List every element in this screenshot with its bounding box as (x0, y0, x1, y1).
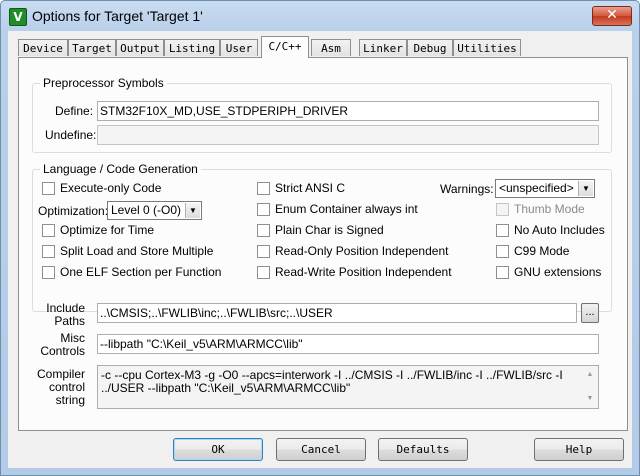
tab-target[interactable]: Target (68, 39, 116, 56)
chevron-down-icon: ▼ (578, 181, 593, 196)
tab-linker[interactable]: Linker (359, 39, 407, 56)
enum-container-label: Enum Container always int (275, 202, 418, 216)
help-button[interactable]: Help (534, 438, 624, 461)
tab-output[interactable]: Output (116, 39, 164, 56)
split-load-store-checkbox[interactable] (42, 245, 55, 258)
compiler-label-line3: string (55, 393, 85, 407)
close-button[interactable]: ✕ (592, 6, 632, 26)
window-title: Options for Target 'Target 1' (32, 8, 203, 24)
define-label: Define: (55, 104, 94, 118)
scroll-down-icon[interactable]: ▼ (583, 392, 597, 406)
optimize-for-time-checkbox[interactable] (42, 224, 55, 237)
warnings-label: Warnings: (440, 182, 494, 196)
optimization-select[interactable]: Level 0 (-O0) ▼ (107, 201, 202, 220)
plain-char-signed-checkbox[interactable] (257, 224, 270, 237)
include-paths-label: Include Paths (39, 302, 85, 328)
one-elf-section-label: One ELF Section per Function (60, 265, 222, 279)
read-write-pi-checkbox[interactable] (257, 266, 270, 279)
tab-c-cpp[interactable]: C/C++ (261, 36, 309, 58)
read-only-pi-label: Read-Only Position Independent (275, 244, 449, 258)
one-elf-section-checkbox[interactable] (42, 266, 55, 279)
thumb-mode-checkbox[interactable] (496, 203, 509, 216)
misc-controls-label: Misc Controls (33, 332, 85, 358)
strict-ansi-c-label: Strict ANSI C (275, 181, 346, 195)
read-only-pi-checkbox[interactable] (257, 245, 270, 258)
plain-char-signed-label: Plain Char is Signed (275, 223, 384, 237)
read-write-pi-label: Read-Write Position Independent (275, 265, 452, 279)
c99-mode-label: C99 Mode (514, 244, 570, 258)
scroll-up-icon[interactable]: ▲ (583, 368, 597, 382)
compiler-control-string-field[interactable]: -c --cpu Cortex-M3 -g -O0 --apcs=interwo… (97, 365, 599, 409)
gnu-extensions-checkbox[interactable] (496, 266, 509, 279)
optimization-label: Optimization: (38, 204, 109, 218)
misc-controls-field[interactable]: --libpath "C:\Keil_v5\ARM\ARMCC\lib" (97, 334, 599, 354)
execute-only-label: Execute-only Code (60, 181, 162, 195)
ok-button[interactable]: OK (173, 438, 263, 461)
keil-uvision-icon: V (9, 8, 27, 26)
tab-device[interactable]: Device (18, 39, 68, 56)
preprocessor-group-title: Preprocessor Symbols (40, 76, 167, 90)
tab-utilities[interactable]: Utilities (453, 39, 521, 56)
thumb-mode-label: Thumb Mode (514, 202, 585, 216)
define-field[interactable]: STM32F10X_MD,USE_STDPERIPH_DRIVER (97, 101, 599, 121)
execute-only-checkbox[interactable] (42, 182, 55, 195)
tab-asm[interactable]: Asm (311, 39, 351, 56)
no-auto-includes-label: No Auto Includes (514, 223, 605, 237)
misc-controls-label-line2: Controls (40, 344, 85, 358)
cancel-button[interactable]: Cancel (276, 438, 366, 461)
language-group-title: Language / Code Generation (40, 162, 201, 176)
tab-user[interactable]: User (220, 39, 258, 56)
tab-debug[interactable]: Debug (407, 39, 453, 56)
undefine-label: Undefine: (45, 128, 97, 142)
undefine-field[interactable] (97, 125, 599, 145)
no-auto-includes-checkbox[interactable] (496, 224, 509, 237)
include-paths-browse-button[interactable]: ... (581, 303, 599, 323)
warnings-select[interactable]: <unspecified> ▼ (495, 179, 595, 198)
gnu-extensions-label: GNU extensions (514, 265, 602, 279)
compiler-control-string-label: Compiler control string (33, 368, 85, 407)
compiler-control-string-text: -c --cpu Cortex-M3 -g -O0 --apcs=interwo… (101, 368, 563, 395)
tab-listing[interactable]: Listing (164, 39, 220, 56)
c-cpp-tab-panel: Preprocessor Symbols Define: STM32F10X_M… (18, 57, 628, 431)
optimization-value: Level 0 (-O0) (111, 203, 182, 217)
dialog-client-area: Device Target Output Listing User C/C++ … (8, 31, 632, 468)
split-load-store-label: Split Load and Store Multiple (60, 244, 214, 258)
chevron-down-icon: ▼ (185, 203, 200, 218)
c99-mode-checkbox[interactable] (496, 245, 509, 258)
defaults-button[interactable]: Defaults (378, 438, 468, 461)
include-paths-field[interactable]: ..\CMSIS;..\FWLIB\inc;..\FWLIB\src;..\US… (97, 303, 577, 323)
close-icon: ✕ (606, 7, 618, 23)
include-paths-label-line2: Paths (54, 314, 85, 328)
options-dialog-window: V Options for Target 'Target 1' ✕ Device… (0, 0, 640, 476)
title-bar[interactable]: V Options for Target 'Target 1' ✕ (1, 1, 639, 31)
optimize-for-time-label: Optimize for Time (60, 223, 155, 237)
enum-container-checkbox[interactable] (257, 203, 270, 216)
strict-ansi-c-checkbox[interactable] (257, 182, 270, 195)
warnings-value: <unspecified> (499, 181, 574, 195)
